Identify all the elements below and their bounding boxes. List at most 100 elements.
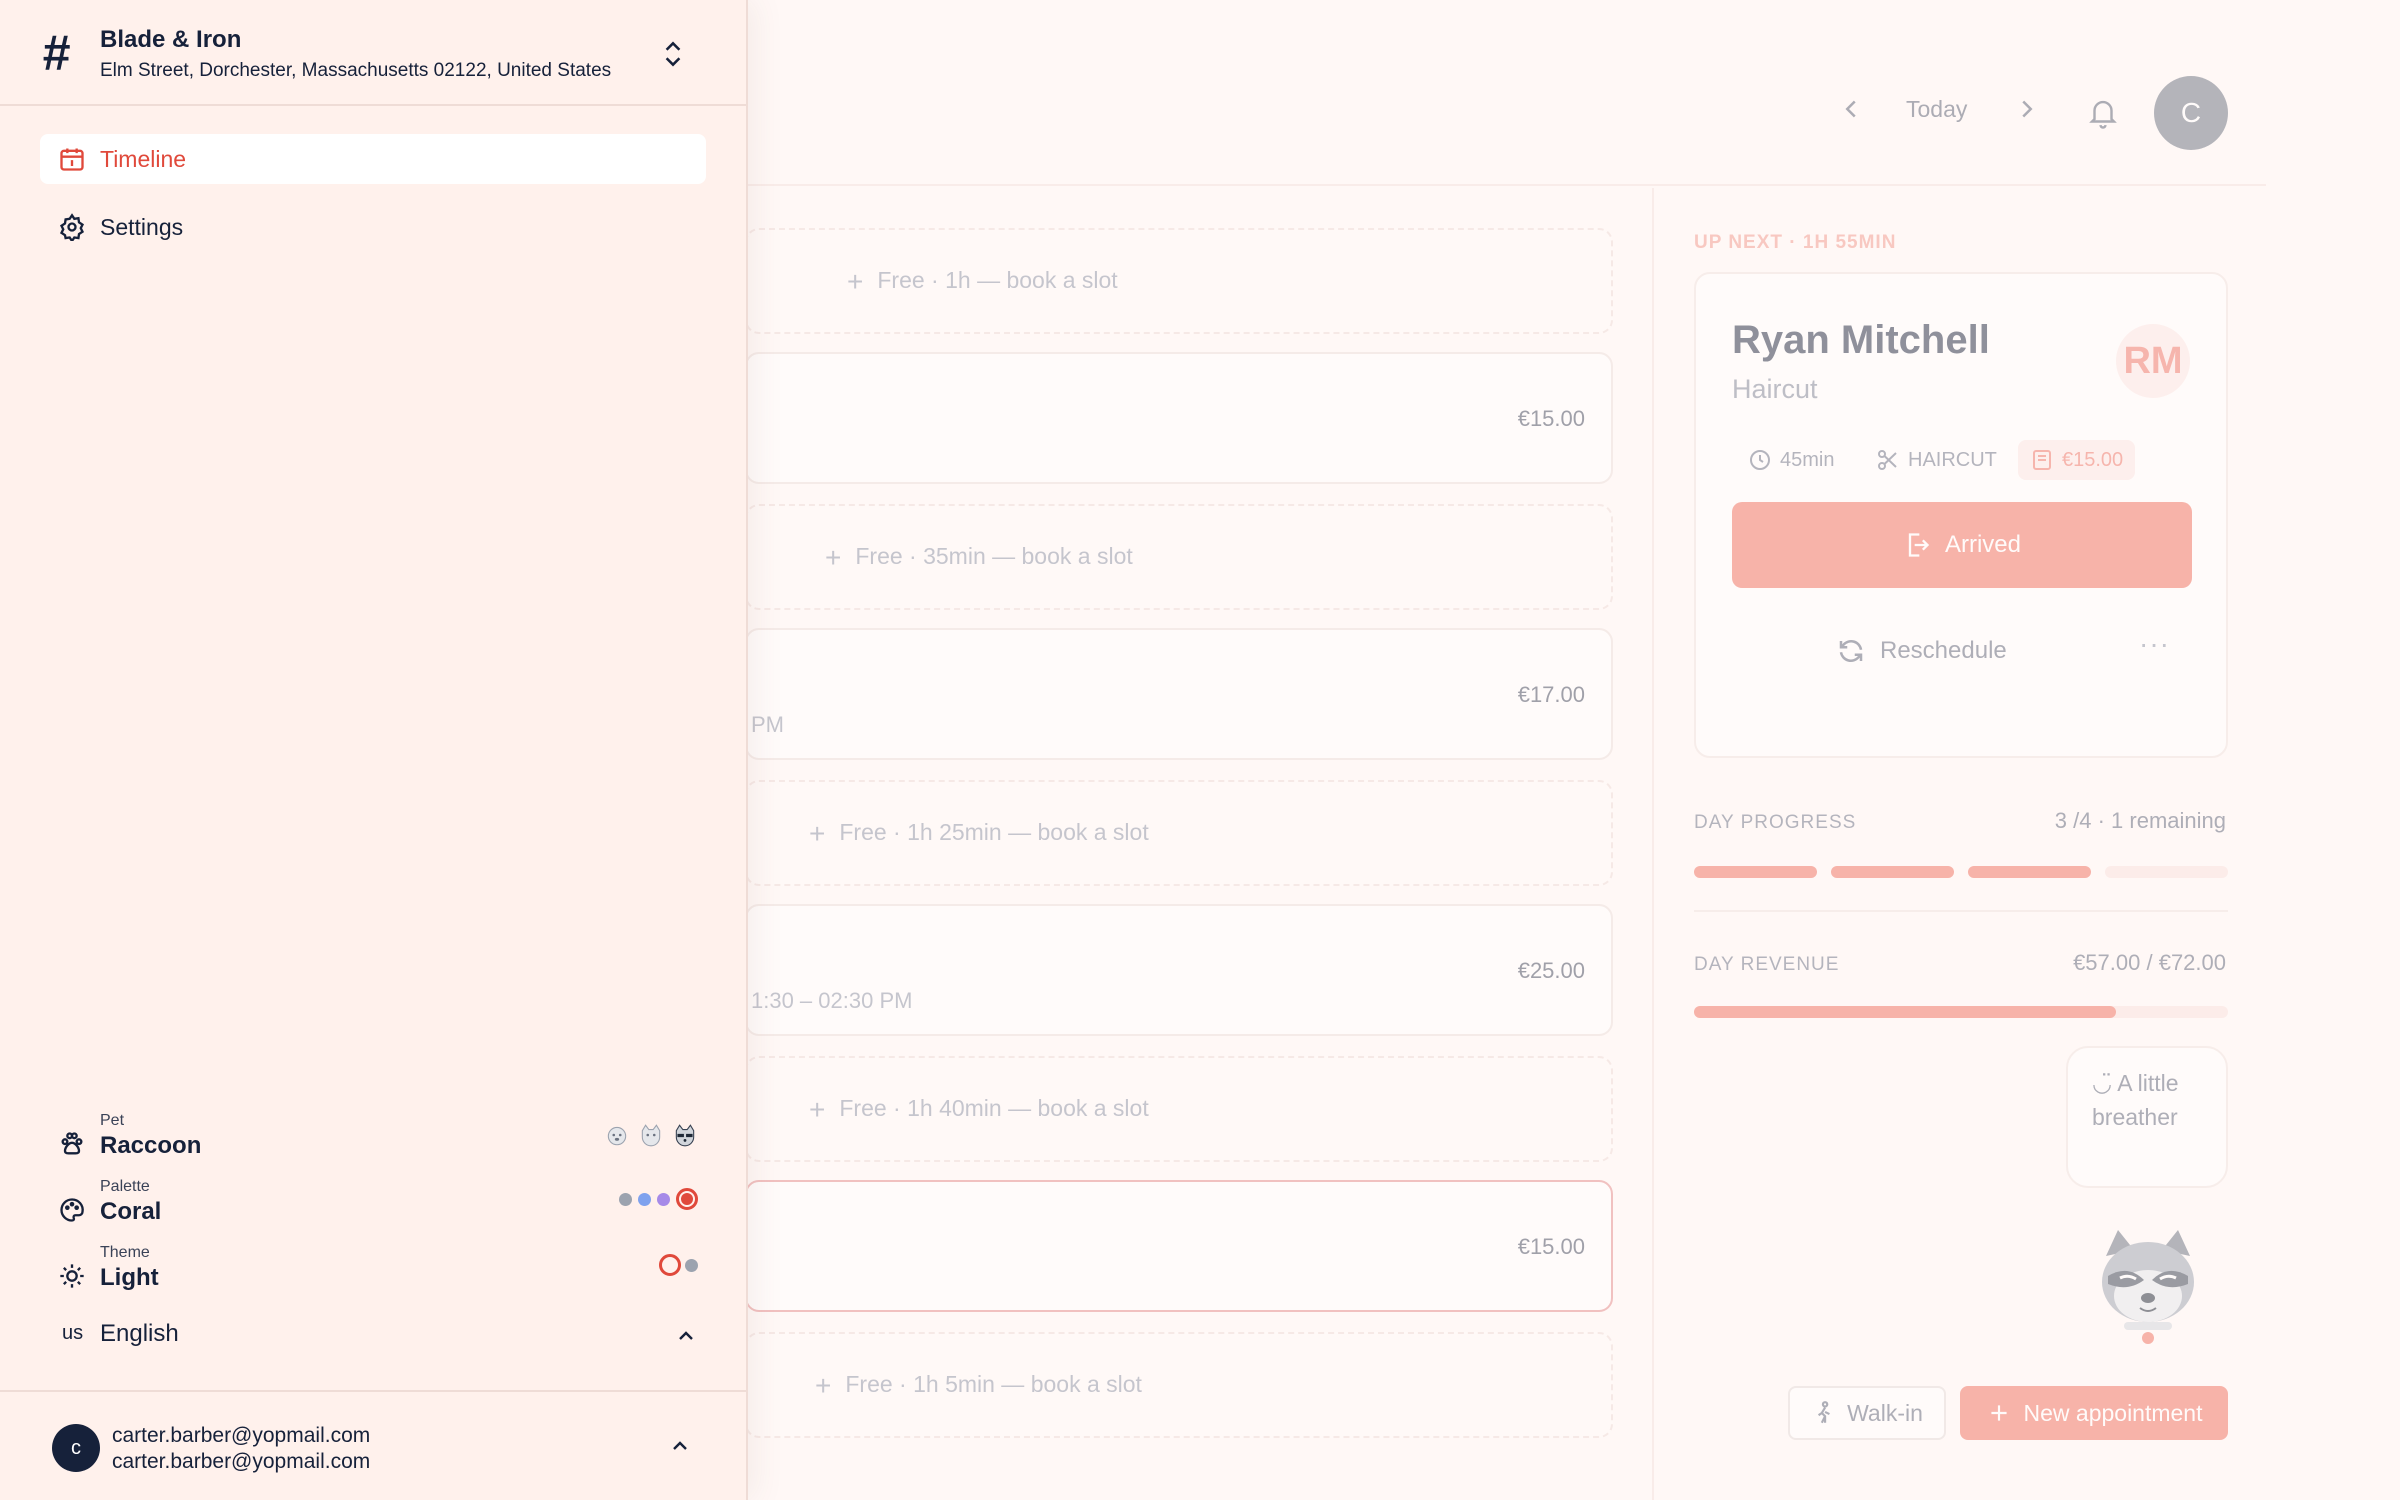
us-flag-icon: us [62,1322,84,1344]
free-slot-text: + Free · 1h 25min — book a slot [809,818,1149,850]
appointment-time: PM [751,712,784,737]
notifications-button[interactable] [2088,96,2118,130]
dog-icon[interactable] [604,1122,630,1148]
free-slot-label: Free · 35min — book a slot [855,543,1133,569]
hash-logo-icon: # [42,25,70,81]
free-slot[interactable]: + Free · 1h 40min — book a slot [745,1056,1613,1162]
walking-person-icon [1818,1401,1830,1424]
appointment-card[interactable]: €15.00 [745,1180,1613,1312]
palette-swatch-blue[interactable] [638,1192,651,1206]
revenue-earned: €57.00 [2073,950,2141,975]
free-slot-label: Free · 1h — book a slot [877,267,1118,293]
sidebar-item-timeline[interactable]: Timeline [40,134,706,184]
free-slot-label: Free · 1h 40min — book a slot [839,1095,1149,1121]
organization-name: Blade & Iron [100,26,242,53]
appointment-card[interactable]: €15.00 [745,352,1613,484]
free-slot[interactable]: + Free · 1h 25min — book a slot [745,780,1613,886]
gear-icon [59,213,85,241]
appointment-price: €17.00 [1517,682,1585,707]
theme-preference[interactable]: Theme Light [58,1244,698,1304]
pet-options [604,1122,698,1148]
free-slot-label: Free · 1h 25min — book a slot [839,819,1149,845]
palette-preference[interactable]: Palette Coral [58,1178,698,1238]
more-options-button[interactable]: ··· [2139,628,2170,660]
free-slot-text: + Free · 1h 5min — book a slot [815,1370,1142,1402]
duration-text: 45min [1780,448,1835,471]
new-appointment-label: New appointment [2023,1399,2203,1426]
progress-segment [1968,866,2091,878]
next-day-button[interactable] [2012,94,2042,124]
sidebar-item-settings[interactable]: Settings [40,202,706,252]
palette-value: Coral [100,1198,162,1225]
organization-switcher[interactable]: # Blade & Iron Elm Street, Dorchester, M… [0,0,746,106]
duration-chip: 45min [1736,440,1846,480]
divider [1694,910,2228,912]
arrived-button[interactable]: Arrived [1732,502,2192,588]
progress-done: 3 [2054,808,2067,833]
language-selector[interactable]: us English [62,1318,698,1354]
free-slot[interactable]: + Free · 1h — book a slot [745,228,1613,334]
plus-icon: + [809,818,826,849]
day-revenue-bar [1694,1006,2228,1018]
palette-swatch-gray[interactable] [619,1192,632,1206]
raccoon-icon[interactable] [672,1122,698,1148]
bell-icon [2089,100,2117,129]
theme-option-dark[interactable] [685,1258,698,1272]
sleepy-face-icon: ◡̈ [2092,1070,2113,1096]
chevron-left-icon [1845,100,1856,118]
reschedule-button[interactable]: Reschedule [1836,636,2007,666]
appointment-price: €15.00 [1517,406,1585,431]
user-avatar-top[interactable]: C [2154,76,2228,150]
day-progress-value: 3 /4 · 1 remaining [2055,808,2226,834]
progress-segment [2105,866,2228,878]
price-chip: €15.00 [2018,440,2136,480]
free-slot[interactable]: + Free · 1h 5min — book a slot [745,1332,1613,1438]
pet-label: Pet [100,1112,125,1129]
service-name: Haircut [1732,374,1818,404]
today-button[interactable]: Today [1906,96,1967,123]
free-slot[interactable]: + Free · 35min — book a slot [745,504,1613,610]
appointment-card[interactable]: €25.00 1:30 – 02:30 PM [745,904,1613,1036]
cat-icon[interactable] [638,1122,664,1148]
free-slot-text: + Free · 35min — book a slot [825,542,1133,574]
appointment-card[interactable]: €17.00 PM [745,628,1613,760]
user-menu[interactable]: c carter.barber@yopmail.com carter.barbe… [0,1390,746,1500]
walk-in-button[interactable]: Walk-in [1788,1386,1946,1440]
user-email: carter.barber@yopmail.com [112,1424,371,1447]
chevron-up-down-icon[interactable] [660,38,686,70]
sun-icon [60,1264,84,1288]
theme-value: Light [100,1264,159,1291]
theme-option-light[interactable] [659,1254,681,1276]
category-chip: HAIRCUT [1864,440,2009,480]
palette-icon [60,1198,84,1222]
clock-icon [1750,450,1770,470]
day-revenue-value: €57.00 / €72.00 [2073,950,2226,976]
palette-swatch-coral[interactable] [676,1188,698,1210]
pet-preference[interactable]: Pet Raccoon [58,1112,698,1172]
free-slot-label: Free · 1h 5min — book a slot [845,1371,1142,1397]
chevron-right-icon [2022,100,2033,118]
paw-icon [61,1132,83,1155]
theme-label: Theme [100,1244,150,1261]
new-appointment-button[interactable]: New appointment [1960,1386,2228,1440]
plus-icon: + [825,542,842,573]
sidebar-item-label: Settings [100,213,184,240]
door-enter-icon [1908,533,1930,557]
previous-day-button[interactable] [1836,94,1866,124]
refresh-icon [1839,640,1863,662]
reschedule-label: Reschedule [1880,637,2007,664]
walk-in-label: Walk-in [1847,1399,1923,1426]
up-next-label: UP NEXT · 1H 55MIN [1694,232,1897,253]
revenue-expected: €72.00 [2158,950,2226,975]
progress-remaining: · 1 remaining [2097,808,2226,833]
appointment-price: €25.00 [1517,958,1585,983]
chevron-up-icon [679,1331,693,1340]
sidebar: # Blade & Iron Elm Street, Dorchester, M… [0,0,748,1500]
sidebar-item-label: Timeline [100,145,187,172]
revenue-separator: / [2140,950,2159,975]
plus-icon: + [809,1094,826,1125]
appointment-time: 1:30 – 02:30 PM [751,988,913,1013]
plus-icon [1990,1405,2007,1421]
palette-swatch-purple[interactable] [657,1192,670,1206]
day-progress-label: DAY PROGRESS [1694,812,1857,833]
